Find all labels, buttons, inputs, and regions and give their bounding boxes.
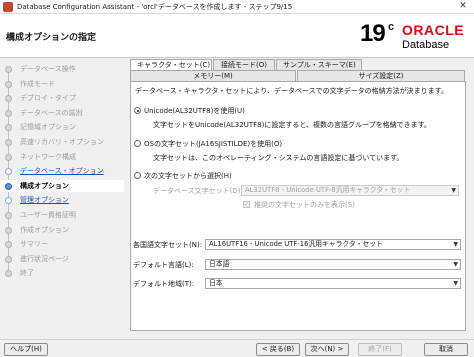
unicode-radio[interactable] xyxy=(134,107,141,114)
charset-description: データベース・キャラクタ・セットにより、データベースでの文字データの格納方法が決… xyxy=(135,87,448,95)
default-language-label: デフォルト言語(L): xyxy=(133,261,194,269)
recommended-only-label: 推奨の文字セットのみを表示(S) xyxy=(254,201,355,209)
sidebar-step-label: 管理オプション xyxy=(20,196,69,205)
sidebar-step[interactable]: 管理オプション xyxy=(0,194,124,206)
national-charset-select[interactable]: AL16UTF16 - Unicode UTF-16汎用キャラクタ・セット ▼ xyxy=(205,239,461,250)
national-charset-value: AL16UTF16 - Unicode UTF-16汎用キャラクタ・セット xyxy=(209,240,383,248)
step-indicator-icon xyxy=(5,241,12,249)
help-button[interactable]: ヘルプ(H) xyxy=(4,343,48,356)
sidebar-step: ネットワーク構成 xyxy=(0,151,124,163)
sidebar-step-label: データベース操作 xyxy=(20,65,76,73)
sidebar-step: デプロイ・タイプ xyxy=(0,92,124,104)
default-language-value: 日本語 xyxy=(209,260,230,268)
step-indicator-icon xyxy=(5,124,12,132)
step-indicator-icon xyxy=(5,168,12,176)
step-indicator-icon xyxy=(5,139,12,146)
step-indicator-icon xyxy=(5,66,12,73)
sidebar-step-label: デプロイ・タイプ xyxy=(20,94,76,103)
national-charset-label: 各国語文字セット(N): xyxy=(133,241,203,249)
tab-row-2: メモリー(M) サイズ設定(Z) xyxy=(130,70,466,81)
chevron-down-icon: ▼ xyxy=(453,241,458,248)
recommended-only-checkbox[interactable]: ✓ xyxy=(243,201,250,208)
db-charset-select[interactable]: AL32UTF8 - Unicode UTF-8汎用キャラクタ・セット ▼ xyxy=(241,185,459,196)
steps-sidebar: データベース操作 作成モードデプロイ・タイプ データベースの識別 記憶域オプション高速… xyxy=(0,59,124,339)
main-content: キャラクタ・セット(C) 接続モード(O) サンプル・スキーマ(E) メモリー(… xyxy=(126,59,470,339)
sidebar-step: 記憶域オプション xyxy=(0,121,124,133)
step-indicator-icon xyxy=(5,80,12,88)
os-charset-option-label[interactable]: OSの文字セット(JA16SJISTILDE)を使用(O) xyxy=(144,139,282,149)
sidebar-step: データベース操作 xyxy=(0,63,124,75)
wizard-footer: ヘルプ(H) < 戻る(B) 次へ(N) > 終了(F) 取消 xyxy=(0,339,474,357)
sidebar-step-label: 高速リカバリ・オプション xyxy=(20,138,104,146)
step-indicator-icon xyxy=(5,197,12,205)
app-icon xyxy=(3,2,13,12)
sidebar-step: 作成モード xyxy=(0,78,124,90)
chevron-down-icon: ▼ xyxy=(453,261,458,268)
sidebar-step-label: 記憶域オプション xyxy=(20,123,76,132)
sidebar-step: データベースの識別 xyxy=(0,107,124,119)
db-charset-label: データベース文字セット(D): xyxy=(153,187,243,195)
tab-row-1: キャラクタ・セット(C) 接続モード(O) サンプル・スキーマ(E) xyxy=(130,59,363,70)
choose-charset-radio[interactable] xyxy=(134,172,141,179)
step-indicator-icon xyxy=(5,226,12,234)
sidebar-step: サマリー xyxy=(0,238,124,250)
sidebar-step-label: 進行状況ページ xyxy=(20,254,69,263)
sidebar-step: ユーザー資格証明 xyxy=(0,209,124,221)
sidebar-step-label: サマリー xyxy=(20,240,48,249)
sidebar-step: 終了 xyxy=(0,267,124,279)
brand-product: Database xyxy=(402,39,450,51)
brand-version-suffix: c xyxy=(388,21,395,33)
os-charset-radio[interactable] xyxy=(134,140,141,147)
back-button[interactable]: < 戻る(B) xyxy=(256,343,300,356)
step-indicator-icon xyxy=(5,270,12,278)
sidebar-step-label: データベース・オプション xyxy=(20,167,104,176)
sidebar-step: 作成オプション xyxy=(0,224,124,236)
tab-sizing[interactable]: サイズ設定(Z) xyxy=(297,70,465,81)
default-territory-select[interactable]: 日本 ▼ xyxy=(205,278,461,289)
step-indicator-icon xyxy=(5,109,12,117)
brand-name: ORACLE xyxy=(402,22,465,38)
step-indicator-icon xyxy=(5,212,12,219)
tab-connection-mode[interactable]: 接続モード(O) xyxy=(213,59,275,70)
chevron-down-icon: ▼ xyxy=(453,280,458,287)
sidebar-step-label: ユーザー資格証明 xyxy=(20,211,76,219)
sidebar-step[interactable]: 構成オプション xyxy=(0,179,124,192)
step-indicator-icon xyxy=(5,95,12,103)
default-territory-label: デフォルト地域(T): xyxy=(133,280,195,288)
sidebar-step-label: 終了 xyxy=(20,269,34,278)
step-indicator-icon xyxy=(5,153,12,161)
charset-panel: データベース・キャラクタ・セットにより、データベースでの文字データの格納方法が決… xyxy=(130,81,466,331)
tab-charset[interactable]: キャラクタ・セット(C) xyxy=(130,59,212,70)
default-territory-value: 日本 xyxy=(209,279,223,287)
window-title: Database Configuration Assistant - 'orcl… xyxy=(17,3,293,11)
os-charset-description: 文字セットは、このオペレーティング・システムの言語設定に基づいています。 xyxy=(153,154,404,162)
oracle-logo: 19 c ORACLE Database xyxy=(358,16,470,56)
sidebar-step-label: 構成オプション xyxy=(20,181,69,190)
sidebar-step[interactable]: データベース・オプション xyxy=(0,165,124,177)
page-header: 構成オプションの指定 19 c ORACLE Database xyxy=(0,14,474,58)
page-title: 構成オプションの指定 xyxy=(6,33,97,43)
chevron-down-icon: ▼ xyxy=(451,187,456,194)
finish-button[interactable]: 終了(F) xyxy=(358,343,402,356)
sidebar-step-label: データベースの識別 xyxy=(20,108,83,117)
sidebar-step: 高速リカバリ・オプション xyxy=(0,136,124,148)
close-icon[interactable]: ✕ xyxy=(456,0,470,13)
cancel-button[interactable]: 取消 xyxy=(424,343,468,356)
tab-sample-schema[interactable]: サンプル・スキーマ(E) xyxy=(276,59,362,70)
next-button[interactable]: 次へ(N) > xyxy=(305,343,349,356)
sidebar-step: 進行状況ページ xyxy=(0,253,124,265)
step-indicator-icon xyxy=(5,255,12,263)
sidebar-step-label: ネットワーク構成 xyxy=(20,152,76,161)
brand-version: 19 xyxy=(360,20,386,47)
unicode-option-label[interactable]: Unicode(AL32UTF8)を使用(U) xyxy=(144,106,245,116)
default-language-select[interactable]: 日本語 ▼ xyxy=(205,259,461,270)
unicode-description: 文字セットをUnicode(AL32UTF8)に設定すると、複数の言語グループを… xyxy=(153,121,431,129)
sidebar-step-label: 作成オプション xyxy=(20,225,69,234)
choose-charset-option-label[interactable]: 次の文字セットから選択(H) xyxy=(144,171,232,181)
db-charset-value: AL32UTF8 - Unicode UTF-8汎用キャラクタ・セット xyxy=(245,186,411,194)
window-titlebar: Database Configuration Assistant - 'orcl… xyxy=(0,0,474,14)
tab-memory[interactable]: メモリー(M) xyxy=(130,70,296,81)
sidebar-step-label: 作成モード xyxy=(20,79,55,88)
step-indicator-icon xyxy=(5,182,12,190)
